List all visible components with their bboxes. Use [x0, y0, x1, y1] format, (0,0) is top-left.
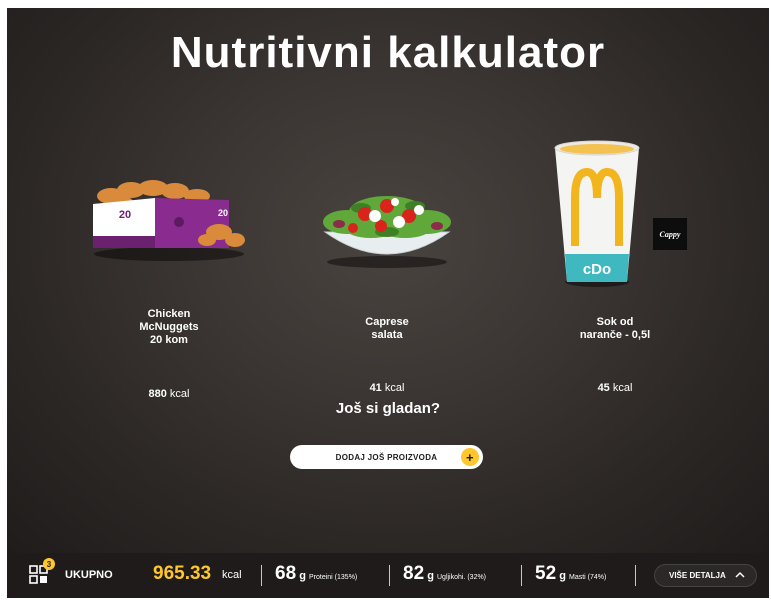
add-button-label: DODAJ JOŠ PROIZVODA: [335, 452, 438, 462]
nuggets-box-image: 20 20: [69, 136, 269, 296]
macro-label: Proteini (135%): [309, 574, 358, 581]
macro-value: 68: [275, 563, 297, 584]
calculator-stage: Nutritivni kalkulator 20 20 Chicken McNu…: [7, 8, 769, 553]
product-name-line: Caprese: [365, 316, 409, 328]
macro-value: 82: [403, 563, 425, 584]
cup-image: cDo Cappy: [517, 136, 717, 296]
product-name-line: McNuggets: [139, 321, 199, 333]
plus-icon: +: [461, 448, 479, 466]
product-card-salad[interactable]: Caprese salata 41 kcal: [287, 136, 487, 394]
product-name: Caprese salata: [287, 316, 487, 342]
macro-label: Ugljikohi. (32%): [437, 574, 487, 581]
svg-text:20: 20: [119, 209, 131, 221]
total-kcal-value: 965.33: [153, 563, 212, 584]
details-button-label: VIŠE DETALJA: [669, 571, 726, 580]
divider: [261, 565, 262, 586]
salad-bowl-image: [287, 136, 487, 296]
macro-unit: g: [427, 570, 434, 582]
svg-text:20: 20: [218, 208, 228, 218]
macro-unit: g: [299, 570, 306, 582]
product-kcal: 880 kcal: [69, 388, 269, 400]
kcal-value: 45: [597, 382, 610, 394]
divider: [521, 565, 522, 586]
macro-carbs: 82 g Ugljikohi. (32%): [403, 563, 486, 585]
svg-text:cDo: cDo: [583, 261, 611, 278]
product-name-line: salata: [371, 329, 403, 341]
nutrition-summary-bar: 3 UKUPNO 965.33 kcal 68 g Proteini (135%…: [7, 553, 769, 598]
macro-fat: 52 g Masti (74%): [535, 563, 606, 585]
chevron-up-icon: [735, 571, 745, 578]
product-card-nuggets[interactable]: 20 20 Chicken McNuggets 20 kom 880 kcal: [69, 136, 269, 400]
page-title: Nutritivni kalkulator: [170, 28, 606, 77]
macro-unit: g: [559, 570, 566, 582]
macro-protein: 68 g Proteini (135%): [275, 563, 357, 585]
product-name: Chicken McNuggets 20 kom: [69, 308, 269, 347]
product-kcal: 45 kcal: [513, 382, 717, 394]
more-details-button[interactable]: VIŠE DETALJA: [654, 564, 757, 587]
total-kcal-unit: kcal: [222, 569, 242, 581]
kcal-value: 880: [148, 388, 167, 400]
kcal-unit: kcal: [612, 382, 633, 394]
divider: [389, 565, 390, 586]
add-more-products-button[interactable]: DODAJ JOŠ PROIZVODA +: [290, 445, 483, 469]
product-name: Sok od naranče - 0,5l: [513, 316, 717, 342]
product-card-juice[interactable]: cDo Cappy Sok od naranče - 0,5l 45 kcal: [517, 136, 717, 394]
kcal-value: 41: [369, 382, 382, 394]
total-label: UKUPNO: [65, 569, 113, 581]
divider: [635, 565, 636, 586]
product-name-line: Chicken: [147, 308, 191, 320]
hungry-prompt: Još si gladan?: [335, 400, 441, 417]
macro-label: Masti (74%): [569, 574, 607, 581]
macro-value: 52: [535, 563, 557, 584]
product-name-line: naranče - 0,5l: [579, 329, 651, 341]
cappy-logo: Cappy: [653, 218, 687, 250]
product-name-line: 20 kom: [150, 334, 188, 346]
kcal-unit: kcal: [384, 382, 405, 394]
product-name-line: Sok od: [596, 316, 634, 328]
tray-count-badge: 3: [43, 558, 55, 570]
product-kcal: 41 kcal: [287, 382, 487, 394]
kcal-unit: kcal: [169, 388, 190, 400]
